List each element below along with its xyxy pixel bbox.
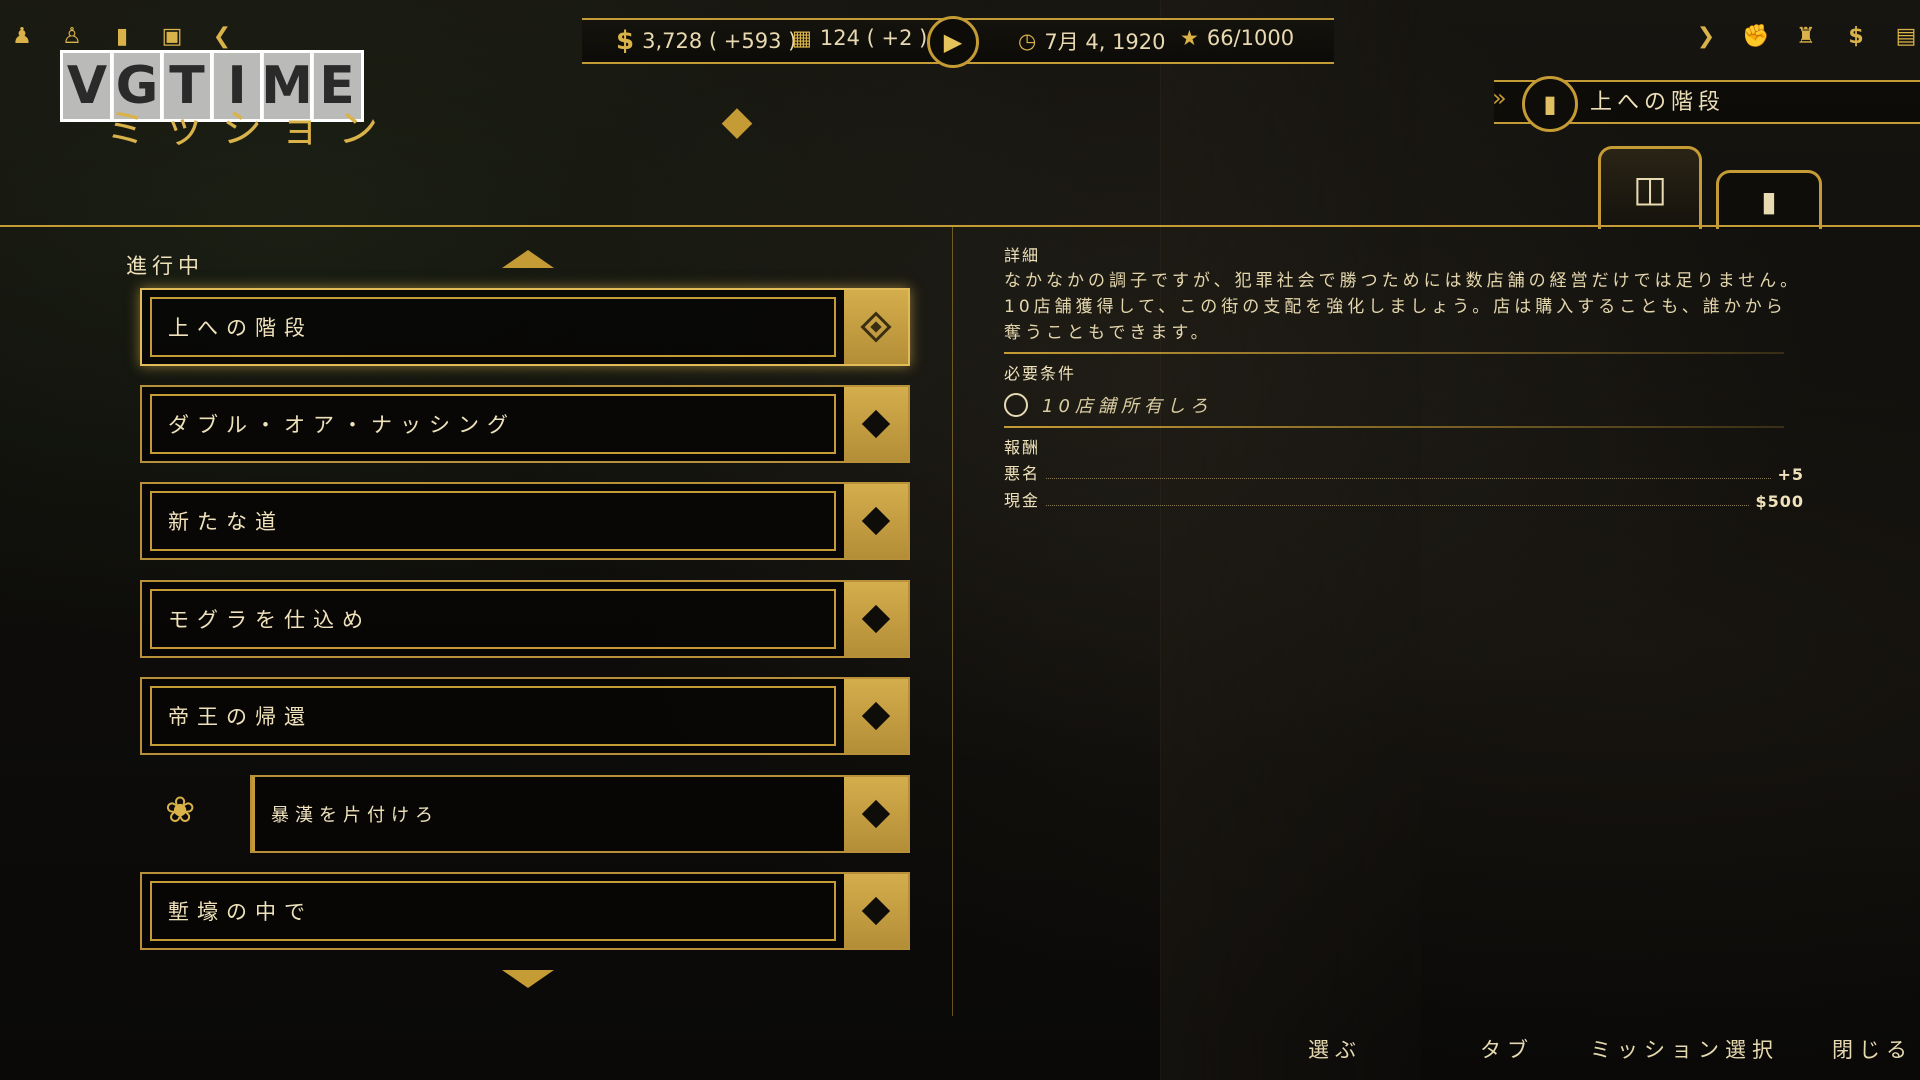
mission-item[interactable]: 塹壕の中で <box>140 872 910 950</box>
diamond-target-icon <box>860 311 892 343</box>
mission-book-icon: ▮ <box>1522 76 1578 132</box>
diamond-icon <box>861 799 891 829</box>
mission-item[interactable]: 帝王の帰還 <box>140 677 910 755</box>
star-icon: ★ <box>1180 26 1199 50</box>
double-arrow-icon: » <box>1492 84 1507 112</box>
mission-item[interactable]: 上への階段 <box>140 288 910 366</box>
mission-item-sub[interactable]: 暴漢を片付けろ <box>250 775 910 853</box>
mission-status-tag <box>844 777 908 851</box>
hint-select[interactable]: 選ぶ <box>1308 1034 1362 1064</box>
scroll-up-arrow-icon[interactable] <box>502 250 554 268</box>
mission-label: 新たな道 <box>150 491 836 551</box>
unchecked-circle-icon <box>1004 393 1028 417</box>
book-icon[interactable]: ▮ <box>108 22 136 50</box>
collapse-left-icon[interactable]: ❮ <box>208 22 236 50</box>
heat-value: 66/1000 <box>1206 26 1295 50</box>
details-heading: 詳細 <box>1004 246 1041 265</box>
crew-value: 124 ( +2 ) <box>819 26 928 50</box>
tab-journal[interactable]: ▮ <box>1716 170 1822 229</box>
handshake-icon[interactable]: ✊ <box>1742 22 1770 50</box>
hint-mission-select[interactable]: ミッション選択 <box>1590 1034 1779 1064</box>
resource-bar: $ 3,728 ( +593 ) ▦ 124 ( +2 ) ▶ ◷ 7月 4, … <box>582 16 1334 68</box>
requirements-heading: 必要条件 <box>1004 364 1077 383</box>
boss-icon[interactable]: ♟ <box>8 22 36 50</box>
crew-display: ▦ 124 ( +2 ) <box>792 26 927 50</box>
mission-label: 塹壕の中で <box>150 881 836 941</box>
panel-divider <box>952 226 953 1016</box>
details-divider <box>1004 352 1784 354</box>
active-mission-name: 上への階段 <box>1590 90 1726 115</box>
mission-status-tag <box>844 582 908 656</box>
clock-icon: ◷ <box>1018 29 1037 53</box>
hint-tab[interactable]: タブ <box>1480 1034 1534 1064</box>
briefcase-icon[interactable]: ▣ <box>158 22 186 50</box>
diamond-icon <box>861 604 891 634</box>
diamond-icon <box>861 506 891 536</box>
expand-right-icon[interactable]: ❯ <box>1692 22 1720 50</box>
leader-dots <box>1046 505 1750 506</box>
play-button[interactable]: ▶ <box>927 16 979 68</box>
finance-icon[interactable]: $ <box>1842 22 1870 50</box>
open-book-icon: ◫ <box>1632 168 1667 210</box>
mission-item[interactable]: ダブル・オア・ナッシング <box>140 385 910 463</box>
diamond-icon <box>861 409 891 439</box>
date-display: ◷ 7月 4, 1920 <box>1018 26 1166 56</box>
play-icon: ▶ <box>943 28 963 56</box>
cash-display: $ 3,728 ( +593 ) <box>616 26 796 56</box>
requirement-item: 10店舗所有しろ <box>1004 392 1213 418</box>
reward-value: $500 <box>1755 492 1804 511</box>
date-value: 7月 4, 1920 <box>1044 30 1166 54</box>
mission-label: ダブル・オア・ナッシング <box>150 394 836 454</box>
reward-label: 現金 <box>1004 491 1041 510</box>
mission-item[interactable]: モグラを仕込め <box>140 580 910 658</box>
leader-dots <box>1046 478 1772 479</box>
mission-label: 暴漢を片付けろ <box>252 777 836 851</box>
requirement-text: 10店舗所有しろ <box>1042 396 1213 417</box>
right-hud-icons: ❯ ✊ ♜ $ ▤ <box>1692 22 1920 50</box>
mission-label: モグラを仕込め <box>150 589 836 649</box>
mission-status-tag <box>844 387 908 461</box>
background-building <box>1160 0 1421 1080</box>
left-hud-icons: ♟ ♙ ▮ ▣ ❮ <box>8 22 236 50</box>
crew-icon[interactable]: ♙ <box>58 22 86 50</box>
mission-status-tag <box>844 484 908 558</box>
tab-missions[interactable]: ◫ <box>1598 146 1702 229</box>
diamond-icon <box>861 701 891 731</box>
mission-label: 上への階段 <box>150 297 836 357</box>
mission-item[interactable]: 新たな道 <box>140 482 910 560</box>
heat-display: ★ 66/1000 <box>1180 26 1294 50</box>
cash-value: 3,728 ( +593 ) <box>642 29 797 53</box>
mission-description: なかなかの調子ですが、犯罪社会で勝つためには数店舗の経営だけでは足りません。10… <box>1004 271 1802 343</box>
gangster-emblem-icon: ◆ <box>721 98 753 144</box>
reward-row: 悪名 +5 <box>1004 460 1804 484</box>
storage-icon[interactable]: ▤ <box>1892 22 1920 50</box>
reward-value: +5 <box>1777 465 1804 484</box>
requirements-divider <box>1004 426 1784 428</box>
mission-status-tag <box>844 679 908 753</box>
closed-book-icon: ▮ <box>1761 184 1777 218</box>
mission-label: 帝王の帰還 <box>150 686 836 746</box>
section-label-in-progress: 進行中 <box>126 254 204 278</box>
mission-status-tag <box>844 874 908 948</box>
screen-title: ミッション <box>106 106 396 152</box>
hint-close[interactable]: 閉じる <box>1832 1034 1913 1064</box>
reward-label: 悪名 <box>1004 464 1041 483</box>
header-divider <box>0 225 1920 227</box>
mission-status-tag <box>844 290 908 364</box>
city-icon[interactable]: ♜ <box>1792 22 1820 50</box>
scroll-down-arrow-icon[interactable] <box>502 970 554 988</box>
crew-count-icon: ▦ <box>792 26 812 50</box>
rewards-heading: 報酬 <box>1004 438 1041 457</box>
faction-emblem-icon: ❀ <box>165 790 196 831</box>
diamond-icon <box>861 896 891 926</box>
dollar-icon: $ <box>616 26 635 56</box>
reward-row: 現金 $500 <box>1004 487 1804 511</box>
